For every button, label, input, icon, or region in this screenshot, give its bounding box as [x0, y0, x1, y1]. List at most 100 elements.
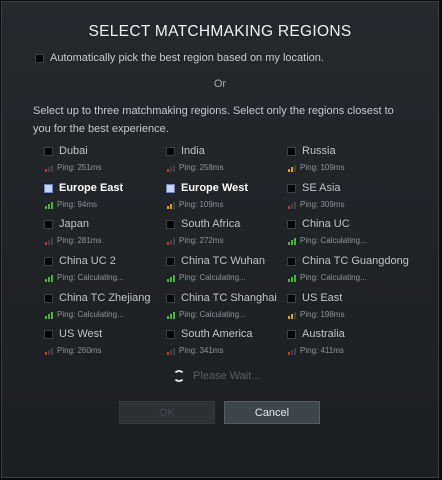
region-se-asia[interactable]: SE Asia Ping: 309ms	[275, 181, 395, 215]
loading-text: Please Wait...	[193, 370, 261, 382]
region-ping: Ping: 341ms	[179, 346, 224, 355]
region-australia[interactable]: Australia Ping: 411ms	[275, 327, 395, 361]
signal-bars-icon	[288, 202, 297, 209]
region-name: China TC Shanghai	[181, 292, 277, 304]
signal-bars-icon	[288, 312, 297, 319]
signal-bars-icon	[167, 312, 176, 319]
region-checkbox[interactable]	[166, 183, 175, 193]
region-india[interactable]: India Ping: 258ms	[154, 144, 274, 178]
signal-bars-icon	[167, 348, 176, 355]
region-ping: Ping: 411ms	[300, 346, 344, 355]
region-china-tc-zhejiang[interactable]: China TC Zhejiang Ping: Calculating...	[32, 291, 152, 325]
region-name: SE Asia	[302, 182, 341, 194]
signal-bars-icon	[45, 165, 54, 172]
region-checkbox[interactable]	[166, 293, 175, 303]
region-name: Australia	[302, 328, 345, 340]
region-name: Dubai	[59, 145, 88, 157]
region-checkbox[interactable]	[44, 293, 53, 303]
region-name: China UC	[302, 218, 350, 230]
auto-pick-option[interactable]: Automatically pick the best region based…	[35, 52, 324, 64]
region-name: China TC Zhejiang	[59, 292, 151, 304]
signal-bars-icon	[167, 275, 176, 282]
region-name: US East	[302, 292, 343, 304]
region-name: Japan	[59, 218, 89, 230]
region-south-africa[interactable]: South Africa Ping: 272ms	[154, 217, 274, 251]
region-checkbox[interactable]	[287, 183, 296, 193]
region-name: China TC Wuhan	[181, 255, 265, 267]
region-name: Europe East	[59, 182, 124, 194]
region-europe-west[interactable]: Europe West Ping: 109ms	[154, 181, 274, 215]
region-checkbox[interactable]	[287, 146, 296, 156]
region-china-tc-wuhan[interactable]: China TC Wuhan Ping: Calculating...	[154, 254, 274, 288]
region-checkbox[interactable]	[287, 219, 296, 229]
region-china-tc-shanghai[interactable]: China TC Shanghai Ping: Calculating...	[154, 291, 277, 325]
region-checkbox[interactable]	[287, 329, 296, 339]
region-dubai[interactable]: Dubai Ping: 251ms	[32, 144, 152, 178]
region-name: South America	[181, 328, 253, 340]
region-china-tc-guangdong[interactable]: China TC Guangdong Ping: Calculating...	[275, 254, 409, 288]
region-checkbox[interactable]	[44, 146, 53, 156]
region-ping: Ping: 198ms	[300, 310, 345, 319]
region-ping: Ping: 251ms	[57, 163, 102, 172]
region-ping: Ping: Calculating...	[57, 273, 124, 282]
region-south-america[interactable]: South America Ping: 341ms	[154, 327, 274, 361]
region-checkbox[interactable]	[44, 183, 53, 193]
signal-bars-icon	[288, 165, 297, 172]
cancel-button[interactable]: Cancel	[224, 401, 320, 424]
region-ping: Ping: 260ms	[57, 346, 102, 355]
region-name: India	[181, 145, 205, 157]
region-ping: Ping: 109ms	[179, 200, 224, 209]
region-japan[interactable]: Japan Ping: 281ms	[32, 217, 152, 251]
auto-pick-checkbox[interactable]	[35, 53, 44, 63]
region-ping: Ping: Calculating...	[57, 310, 124, 319]
region-name: South Africa	[181, 218, 241, 230]
region-ping: Ping: Calculating...	[179, 310, 246, 319]
loading-indicator: Please Wait...	[173, 370, 260, 382]
region-checkbox[interactable]	[166, 256, 175, 266]
region-checkbox[interactable]	[44, 219, 53, 229]
region-ping: Ping: 309ms	[300, 200, 345, 209]
instructions-text: Select up to three matchmaking regions. …	[33, 105, 394, 135]
region-checkbox[interactable]	[44, 256, 53, 266]
region-ping: Ping: Calculating...	[300, 236, 367, 245]
region-ping: Ping: 109ms	[300, 163, 345, 172]
region-ping: Ping: Calculating...	[179, 273, 246, 282]
region-name: China UC 2	[59, 255, 116, 267]
signal-bars-icon	[288, 238, 297, 245]
region-ping: Ping: 281ms	[57, 236, 102, 245]
signal-bars-icon	[45, 238, 54, 245]
signal-bars-icon	[45, 202, 54, 209]
signal-bars-icon	[45, 312, 54, 319]
or-separator: Or	[213, 78, 227, 90]
region-name: China TC Guangdong	[302, 255, 409, 267]
region-name: US West	[59, 328, 103, 340]
region-checkbox[interactable]	[287, 293, 296, 303]
region-name: Europe West	[181, 182, 249, 194]
signal-bars-icon	[45, 275, 54, 282]
region-checkbox[interactable]	[287, 256, 296, 266]
auto-pick-label: Automatically pick the best region based…	[50, 52, 324, 64]
refresh-spinner-icon	[173, 370, 185, 382]
region-ping: Ping: Calculating...	[300, 273, 367, 282]
region-ping: Ping: 258ms	[179, 163, 224, 172]
signal-bars-icon	[45, 348, 54, 355]
signal-bars-icon	[288, 348, 297, 355]
region-china-uc-2[interactable]: China UC 2 Ping: Calculating...	[32, 254, 152, 288]
region-us-west[interactable]: US West Ping: 260ms	[32, 327, 152, 361]
signal-bars-icon	[167, 238, 176, 245]
dialog-title: SELECT MATCHMAKING REGIONS	[88, 23, 352, 40]
region-europe-east[interactable]: Europe East Ping: 94ms	[32, 181, 152, 215]
signal-bars-icon	[288, 275, 297, 282]
signal-bars-icon	[167, 165, 176, 172]
matchmaking-regions-dialog: SELECT MATCHMAKING REGIONS Automatically…	[1, 1, 439, 478]
region-checkbox[interactable]	[44, 329, 53, 339]
region-china-uc[interactable]: China UC Ping: Calculating...	[275, 217, 395, 251]
region-ping: Ping: 272ms	[179, 236, 224, 245]
region-checkbox[interactable]	[166, 329, 175, 339]
region-checkbox[interactable]	[166, 219, 175, 229]
region-russia[interactable]: Russia Ping: 109ms	[275, 144, 395, 178]
region-us-east[interactable]: US East Ping: 198ms	[275, 291, 395, 325]
region-checkbox[interactable]	[166, 146, 175, 156]
signal-bars-icon	[167, 202, 176, 209]
ok-button[interactable]: OK	[119, 401, 215, 424]
